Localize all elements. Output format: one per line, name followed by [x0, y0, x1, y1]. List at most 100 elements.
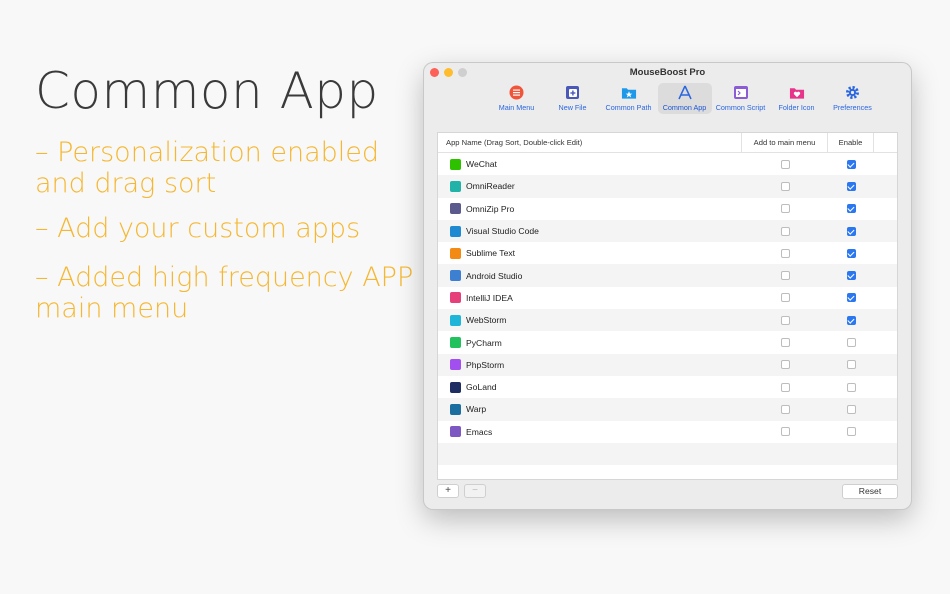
- terminal-icon: [733, 85, 749, 100]
- table-row[interactable]: Emacs: [438, 421, 897, 443]
- add-to-main-menu-checkbox[interactable]: [780, 338, 790, 348]
- tab-label: New File: [558, 103, 587, 112]
- column-header-app-name[interactable]: App Name (Drag Sort, Double-click Edit): [438, 133, 742, 152]
- app-store-icon: [677, 85, 693, 100]
- enable-checkbox[interactable]: [846, 338, 856, 348]
- app-name-cell: PyCharm: [438, 337, 742, 349]
- enable-checkbox[interactable]: [846, 248, 856, 258]
- app-name: WebStorm: [466, 315, 507, 326]
- add-to-main-menu-cell: [742, 293, 828, 303]
- add-app-button[interactable]: +: [437, 484, 459, 498]
- column-header-enable[interactable]: Enable: [828, 133, 874, 152]
- table-row[interactable]: IntelliJ IDEA: [438, 287, 897, 309]
- enable-checkbox[interactable]: [846, 360, 856, 370]
- table-row[interactable]: Android Studio: [438, 264, 897, 287]
- tab-new-file[interactable]: New File: [546, 83, 600, 114]
- add-to-main-menu-checkbox[interactable]: [780, 181, 790, 191]
- add-to-main-menu-cell: [742, 226, 828, 236]
- gear-icon: [845, 85, 861, 100]
- empty-row: [438, 442, 897, 466]
- add-to-main-menu-checkbox[interactable]: [780, 427, 790, 437]
- table-row[interactable]: Visual Studio Code: [438, 219, 897, 243]
- mouseboost-window: MouseBoost Pro Main Menu New File Common…: [424, 63, 911, 509]
- bullet-line: – Personalization enabled: [35, 137, 380, 168]
- add-to-main-menu-checkbox[interactable]: [780, 159, 790, 169]
- add-to-main-menu-cell: [742, 404, 828, 414]
- app-icon: [450, 158, 461, 170]
- table-row[interactable]: PyCharm: [438, 331, 897, 353]
- app-name: PhpStorm: [466, 359, 505, 370]
- enable-cell: [828, 248, 874, 258]
- new-file-icon: [565, 85, 581, 100]
- table-row[interactable]: PhpStorm: [438, 353, 897, 376]
- table-row[interactable]: OmniReader: [438, 175, 897, 198]
- add-to-main-menu-checkbox[interactable]: [780, 204, 790, 214]
- add-to-main-menu-cell: [742, 204, 828, 214]
- app-name-cell: GoLand: [438, 381, 742, 393]
- tab-label: Common Path: [605, 103, 652, 112]
- app-icon: [450, 247, 461, 259]
- table-row[interactable]: Sublime Text: [438, 242, 897, 264]
- add-to-main-menu-cell: [742, 315, 828, 325]
- table-row[interactable]: GoLand: [438, 376, 897, 398]
- enable-checkbox[interactable]: [846, 315, 856, 325]
- app-name-cell: OmniReader: [438, 180, 742, 192]
- apps-table: App Name (Drag Sort, Double-click Edit) …: [437, 132, 898, 480]
- add-to-main-menu-cell: [742, 360, 828, 370]
- app-name-cell: IntelliJ IDEA: [438, 292, 742, 304]
- tab-label: Common App: [662, 103, 707, 112]
- app-icon: [450, 359, 461, 371]
- app-name-cell: Warp: [438, 403, 742, 415]
- app-icon: [450, 381, 461, 393]
- add-to-main-menu-checkbox[interactable]: [780, 360, 790, 370]
- app-name: WeChat: [466, 159, 497, 170]
- enable-cell: [828, 293, 874, 303]
- enable-checkbox[interactable]: [846, 293, 856, 303]
- tab-common-path[interactable]: Common Path: [602, 83, 656, 114]
- add-to-main-menu-checkbox[interactable]: [780, 382, 790, 392]
- app-icon: [450, 203, 461, 215]
- tab-folder-icon[interactable]: Folder Icon: [770, 83, 824, 114]
- table-row[interactable]: WebStorm: [438, 309, 897, 332]
- app-name: OmniZip Pro: [466, 203, 515, 214]
- app-name-cell: PhpStorm: [438, 359, 742, 371]
- enable-checkbox[interactable]: [846, 159, 856, 169]
- add-to-main-menu-cell: [742, 159, 828, 169]
- enable-checkbox[interactable]: [846, 181, 856, 191]
- enable-checkbox[interactable]: [846, 226, 856, 236]
- table-row[interactable]: Warp: [438, 398, 897, 421]
- tab-common-script[interactable]: Common Script: [714, 83, 768, 114]
- enable-cell: [828, 382, 874, 392]
- enable-checkbox[interactable]: [846, 427, 856, 437]
- add-to-main-menu-checkbox[interactable]: [780, 226, 790, 236]
- tab-main-menu[interactable]: Main Menu: [490, 83, 544, 114]
- enable-checkbox[interactable]: [846, 271, 856, 281]
- enable-cell: [828, 159, 874, 169]
- enable-checkbox[interactable]: [846, 382, 856, 392]
- enable-cell: [828, 204, 874, 214]
- add-to-main-menu-checkbox[interactable]: [780, 293, 790, 303]
- enable-checkbox[interactable]: [846, 404, 856, 414]
- tab-label: Main Menu: [498, 103, 535, 112]
- remove-app-button[interactable]: −: [464, 484, 486, 498]
- add-to-main-menu-cell: [742, 271, 828, 281]
- add-to-main-menu-checkbox[interactable]: [780, 248, 790, 258]
- tab-preferences[interactable]: Preferences: [826, 83, 880, 114]
- add-to-main-menu-checkbox[interactable]: [780, 315, 790, 325]
- app-icon: [450, 225, 461, 237]
- app-icon: [450, 314, 461, 326]
- tab-common-app[interactable]: Common App: [657, 83, 712, 114]
- app-name: IntelliJ IDEA: [466, 292, 513, 303]
- app-name: GoLand: [466, 382, 497, 393]
- folder-heart-icon: [789, 85, 805, 100]
- add-to-main-menu-cell: [742, 338, 828, 348]
- add-to-main-menu-checkbox[interactable]: [780, 404, 790, 414]
- bullet-line: – Added high frequency APP to: [35, 262, 449, 293]
- reset-button[interactable]: Reset: [842, 483, 898, 499]
- table-row[interactable]: OmniZip Pro: [438, 198, 897, 220]
- enable-checkbox[interactable]: [846, 204, 856, 214]
- table-row[interactable]: WeChat: [438, 153, 897, 175]
- enable-cell: [828, 360, 874, 370]
- add-to-main-menu-checkbox[interactable]: [780, 271, 790, 281]
- column-header-add-to-main-menu[interactable]: Add to main menu: [742, 133, 828, 152]
